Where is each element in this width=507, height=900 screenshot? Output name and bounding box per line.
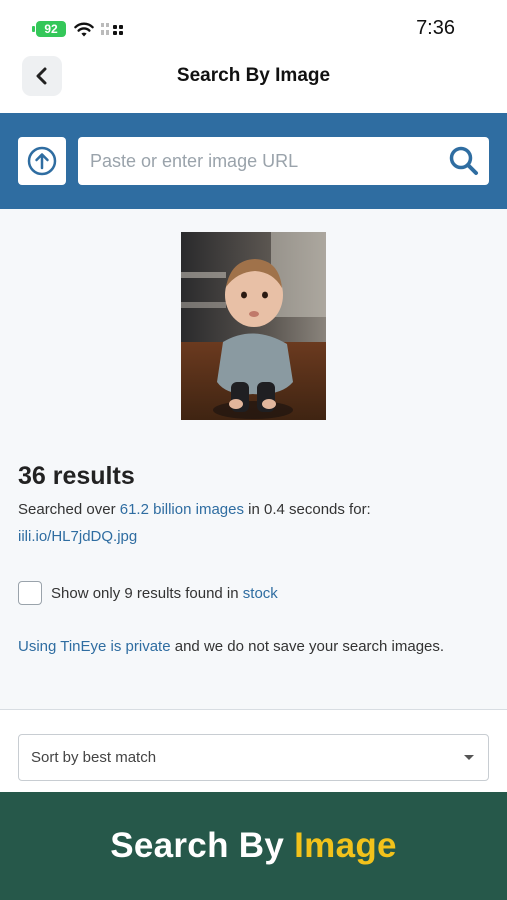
navigation-bar: Search By Image	[0, 56, 507, 113]
child-photo	[181, 232, 326, 420]
stock-link[interactable]: stock	[243, 585, 278, 602]
summary-prefix: Searched over	[18, 501, 116, 518]
privacy-link[interactable]: Using TinEye is private	[18, 638, 171, 655]
results-count: 36 results	[18, 462, 135, 490]
caret-down-icon	[464, 755, 474, 760]
stock-filter-text: Show only 9 results found in	[51, 584, 239, 602]
search-button[interactable]	[444, 143, 484, 179]
banner-accent-text: Image	[294, 826, 397, 865]
sort-area: Sort by best match	[0, 710, 507, 792]
wifi-icon	[74, 22, 94, 37]
stock-filter-checkbox[interactable]	[18, 581, 42, 605]
sort-selected-value: Sort by best match	[31, 749, 157, 766]
privacy-text: and we do not save your search images.	[174, 638, 445, 655]
privacy-note: Using TinEye is private and we do not sa…	[18, 632, 488, 661]
image-url-input[interactable]	[78, 137, 489, 185]
upload-button[interactable]	[18, 137, 66, 185]
status-bar: 92 7:36	[0, 0, 507, 56]
stock-filter-label: Show only 9 results found in stock	[51, 585, 278, 602]
page-title: Search By Image	[176, 65, 331, 86]
status-time: 7:36	[416, 17, 455, 39]
upload-arrow-icon	[27, 146, 57, 176]
banner-text: Search By Image	[110, 826, 397, 866]
source-image-link[interactable]: iili.io/HL7jdDQ.jpg	[18, 528, 137, 545]
indexed-images-link[interactable]: 61.2 billion images	[120, 501, 244, 518]
summary-suffix: in 0.4 seconds for:	[248, 501, 371, 518]
sort-dropdown[interactable]: Sort by best match	[18, 734, 489, 781]
cellular-signal-icon	[101, 23, 123, 35]
stock-filter-row: Show only 9 results found in stock	[18, 581, 278, 605]
promo-banner: Search By Image	[0, 792, 507, 900]
battery-indicator: 92	[32, 21, 66, 37]
search-band	[0, 113, 507, 209]
search-summary: Searched over 61.2 billion images in 0.4…	[18, 500, 371, 520]
magnifier-icon	[449, 146, 478, 175]
query-image-thumbnail	[181, 232, 326, 420]
results-section: 36 results Searched over 61.2 billion im…	[0, 209, 507, 709]
banner-main-text: Search By	[110, 826, 285, 865]
